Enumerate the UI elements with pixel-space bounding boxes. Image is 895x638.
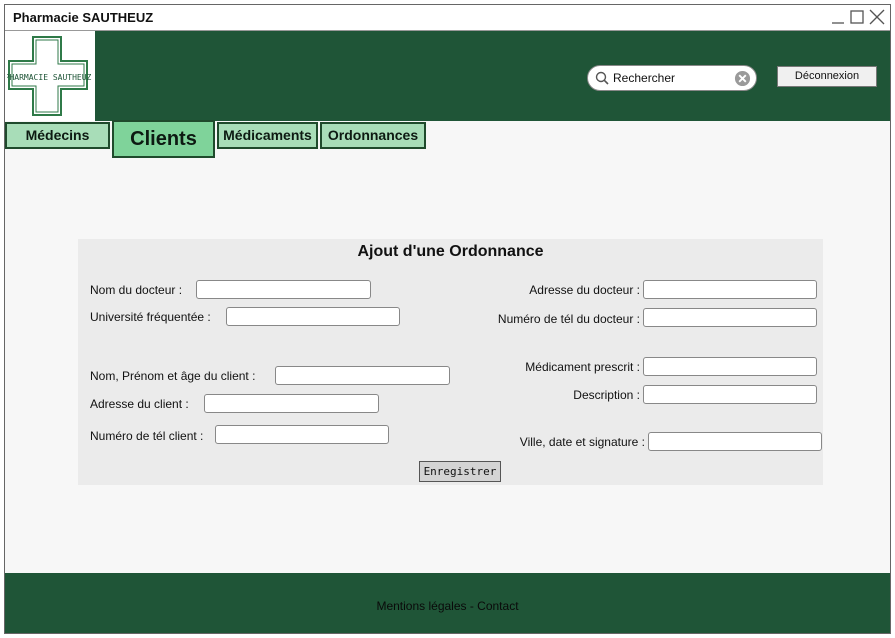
clear-search-icon[interactable] [734,70,751,87]
doctor-phone-field[interactable] [643,308,817,327]
client-name-label: Nom, Prénom et âge du client : [90,369,256,383]
description-label: Description : [573,388,640,402]
search-input[interactable]: Rechercher [587,65,757,91]
description-field[interactable] [643,385,817,404]
app-window: Pharmacie SAUTHEUZ PHARMACIE SAUTHEUZ Re… [4,4,891,634]
minimize-icon[interactable] [829,7,849,27]
pharmacy-cross-icon: PHARMACIE SAUTHEUZ [7,36,92,116]
doctor-address-field[interactable] [643,280,817,299]
client-address-field[interactable] [204,394,379,413]
form-title: Ajout d'une Ordonnance [357,243,544,260]
doctor-name-field[interactable] [196,280,371,299]
client-phone-label: Numéro de tél client : [90,429,204,443]
university-label: Université fréquentée : [90,310,211,324]
logout-button[interactable]: Déconnexion [777,66,877,87]
window-title: Pharmacie SAUTHEUZ [13,10,154,25]
search-value: Rechercher [613,71,676,85]
client-name-field[interactable] [275,366,450,385]
tab-clients[interactable]: Clients [112,120,215,158]
medicine-field[interactable] [643,357,817,376]
doctor-phone-label: Numéro de tél du docteur : [497,312,640,326]
signature-field[interactable] [648,432,822,451]
close-icon[interactable] [867,7,887,27]
medicine-label: Médicament prescrit : [525,360,640,374]
save-button[interactable]: Enregistrer [419,461,501,482]
header: PHARMACIE SAUTHEUZ Rechercher Déconnexio… [5,31,890,121]
prescription-form: Ajout d'une Ordonnance Nom du docteur : … [78,239,823,485]
svg-text:PHARMACIE SAUTHEUZ: PHARMACIE SAUTHEUZ [7,73,92,82]
tab-ordonnances[interactable]: Ordonnances [320,122,426,149]
title-bar: Pharmacie SAUTHEUZ [5,5,890,31]
footer: Mentions légales - Contact [5,573,890,633]
tab-medecins[interactable]: Médecins [5,122,110,149]
search-icon [595,71,609,85]
maximize-icon[interactable] [848,7,868,27]
tab-medicaments[interactable]: Médicaments [217,122,318,149]
client-phone-field[interactable] [215,425,389,444]
footer-links[interactable]: Mentions légales - Contact [5,599,890,613]
signature-label: Ville, date et signature : [519,435,645,449]
client-address-label: Adresse du client : [90,397,189,411]
university-field[interactable] [226,307,400,326]
doctor-address-label: Adresse du docteur : [529,283,640,297]
doctor-name-label: Nom du docteur : [90,283,183,297]
pharmacy-logo: PHARMACIE SAUTHEUZ [5,31,95,121]
